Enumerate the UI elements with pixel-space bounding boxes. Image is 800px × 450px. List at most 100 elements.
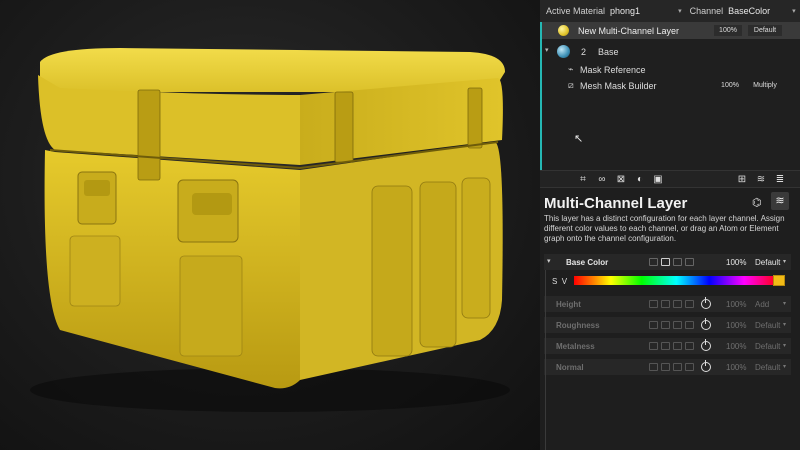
active-material-label: Active Material [546, 6, 606, 16]
grid-icon[interactable] [649, 363, 658, 371]
divider-line [545, 270, 546, 450]
power-icon[interactable] [701, 297, 711, 309]
channel-blend-mode[interactable]: Default [755, 258, 780, 267]
chevron-down-icon[interactable]: ▾ [783, 321, 786, 328]
channel-name: Base Color [566, 258, 609, 267]
channel-dropdown[interactable]: BaseColor [728, 6, 770, 16]
channel-blend-mode[interactable]: Default [755, 342, 780, 351]
stack-icon[interactable]: ≋ [771, 192, 789, 210]
image-icon[interactable] [673, 258, 682, 266]
sv-labels: S V [552, 277, 567, 286]
layer-row-mask-reference[interactable]: ⌁ Mask Reference [542, 61, 800, 78]
v-label: V [561, 277, 568, 286]
material-ball-icon [557, 45, 570, 58]
channel-normal[interactable]: Normal 100% Default ▾ [544, 359, 791, 375]
image-icon[interactable] [673, 321, 682, 329]
properties-title: Multi-Channel Layer [544, 195, 688, 212]
chevron-down-icon[interactable]: ▾ [547, 257, 551, 265]
layer-row-base[interactable]: ▾ 2 Base [542, 43, 800, 60]
chevron-down-icon[interactable]: ▾ [783, 258, 786, 265]
active-material-dropdown[interactable]: phong1 [610, 6, 640, 16]
bucket-icon[interactable] [661, 300, 670, 308]
channel-name: Normal [556, 363, 584, 372]
image-icon[interactable] [685, 258, 694, 266]
image-icon[interactable] [685, 321, 694, 329]
channel-opacity[interactable]: 100% [726, 342, 746, 351]
layer-index: 2 [581, 47, 587, 57]
layer-toolbar: ⌗ ∞ ⊠ ◐ ▣ ⊞ ≋ ≣ [540, 170, 800, 188]
bucket-icon[interactable] [661, 342, 670, 350]
layer-stack: New Multi-Channel Layer 100% Default ▾ 2… [540, 22, 800, 170]
channel-height[interactable]: Height 100% Add ▾ [544, 296, 791, 312]
properties-description: This layer has a distinct configuration … [544, 214, 785, 243]
channel-roughness[interactable]: Roughness 100% Default ▾ [544, 317, 791, 333]
layer-opacity[interactable]: 100% [714, 25, 742, 36]
layer-opacity[interactable]: 100% [718, 80, 742, 91]
chevron-down-icon[interactable]: ▾ [783, 300, 786, 307]
channel-blend-mode[interactable]: Default [755, 321, 780, 330]
color-swatch[interactable] [773, 275, 785, 286]
channel-blend-mode[interactable]: Default [755, 363, 780, 372]
right-panel: Active Material phong1 ▾ Channel BaseCol… [540, 0, 800, 450]
grid-icon[interactable] [649, 342, 658, 350]
layers-icon[interactable]: ≣ [775, 175, 785, 185]
chevron-down-icon[interactable]: ▾ [792, 7, 796, 15]
image-icon[interactable] [673, 342, 682, 350]
bucket-icon[interactable] [661, 363, 670, 371]
layer-name: New Multi-Channel Layer [578, 26, 680, 36]
power-icon[interactable] [701, 318, 711, 330]
material-ball-icon [558, 25, 569, 36]
channel-blend-mode[interactable]: Add [755, 300, 769, 309]
channel-metalness[interactable]: Metalness 100% Default ▾ [544, 338, 791, 354]
bucket-icon[interactable] [661, 321, 670, 329]
power-icon[interactable] [701, 339, 711, 351]
grid-icon[interactable] [649, 321, 658, 329]
bucket-icon[interactable] [661, 258, 670, 266]
image-icon[interactable] [685, 363, 694, 371]
link-icon[interactable]: ∞ [597, 175, 607, 185]
power-icon[interactable] [701, 360, 711, 372]
expand-arrow-icon[interactable]: ▾ [545, 46, 549, 54]
crop-icon[interactable]: ⌗ [578, 175, 588, 185]
hue-slider[interactable] [574, 276, 779, 285]
grid-icon[interactable] [649, 258, 658, 266]
channel-opacity[interactable]: 100% [726, 300, 746, 309]
yellow-case-render [30, 48, 510, 412]
channel-opacity[interactable]: 100% [726, 321, 746, 330]
contrast-icon[interactable]: ◐ [635, 175, 645, 185]
channel-name: Height [556, 300, 581, 309]
layer-name: Base [598, 47, 619, 57]
3d-viewport[interactable] [0, 0, 540, 450]
chevron-down-icon[interactable]: ▾ [678, 7, 682, 15]
properties-panel: Multi-Channel Layer ⌬ ≋ This layer has a… [540, 188, 800, 450]
mesh-mask-icon: ⧄ [568, 80, 574, 90]
channel-label: Channel [689, 6, 724, 16]
image-icon[interactable] [673, 300, 682, 308]
mask-reference-icon: ⌁ [568, 64, 574, 74]
chevron-down-icon[interactable]: ▾ [783, 342, 786, 349]
channel-opacity[interactable]: 100% [726, 363, 746, 372]
channel-name: Roughness [556, 321, 600, 330]
add-layer-icon[interactable]: ≋ [756, 175, 766, 185]
layer-blend-mode[interactable]: Default [748, 25, 782, 36]
layer-name: Mask Reference [580, 65, 646, 75]
channel-name: Metalness [556, 342, 595, 351]
grid-icon[interactable] [649, 300, 658, 308]
mouse-cursor-icon: ↖ [574, 133, 584, 145]
s-label: S [552, 277, 558, 286]
layer-row-new-multi-channel[interactable]: New Multi-Channel Layer 100% Default [542, 22, 800, 39]
pattern-icon[interactable]: ⊠ [616, 175, 626, 185]
image-icon[interactable] [685, 342, 694, 350]
image-icon[interactable] [685, 300, 694, 308]
layer-blend-mode[interactable]: Multiply [747, 80, 783, 91]
add-folder-icon[interactable]: ⊞ [737, 175, 747, 185]
layer-name: Mesh Mask Builder [580, 81, 657, 91]
image-icon[interactable]: ▣ [653, 175, 663, 185]
chevron-down-icon[interactable]: ▾ [783, 363, 786, 370]
layer-row-mesh-mask-builder[interactable]: ⧄ Mesh Mask Builder 100% Multiply [542, 77, 800, 94]
channel-opacity[interactable]: 100% [726, 258, 746, 267]
share-icon[interactable]: ⌬ [752, 196, 762, 209]
image-icon[interactable] [673, 363, 682, 371]
material-channel-bar: Active Material phong1 ▾ Channel BaseCol… [540, 0, 800, 22]
channel-base-color[interactable]: ▾ Base Color 100% Default ▾ [544, 254, 791, 270]
